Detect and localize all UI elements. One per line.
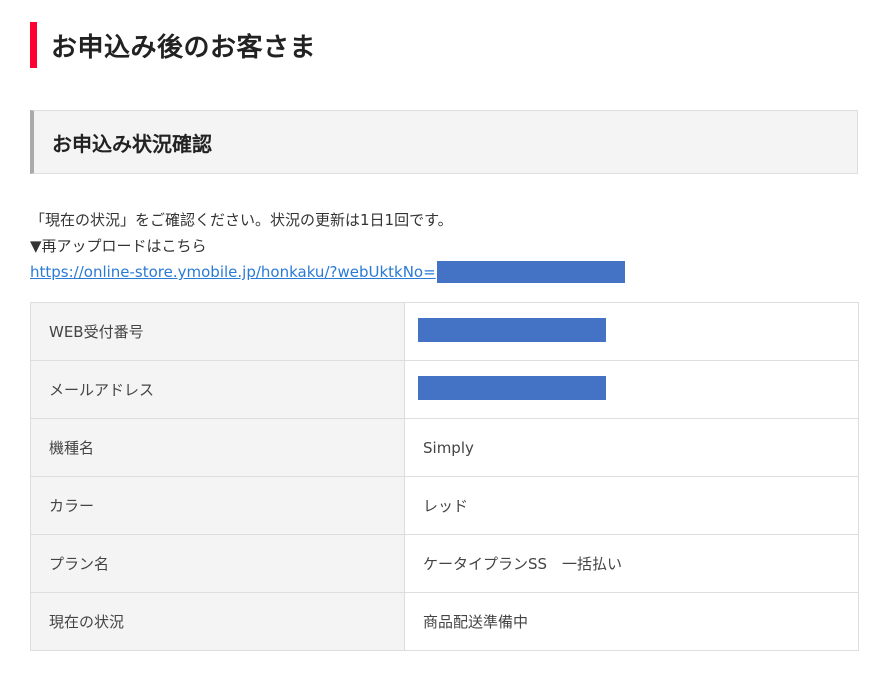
row-value: ケータイプランSS 一括払い bbox=[404, 534, 859, 593]
reupload-label: ▼再アップロードはこちら bbox=[30, 237, 207, 255]
row-label: WEB受付番号 bbox=[30, 302, 405, 361]
row-label: 機種名 bbox=[30, 418, 405, 477]
redacted-block bbox=[418, 375, 606, 400]
section-title: お申込み状況確認 bbox=[52, 131, 212, 156]
table-row: 機種名 Simply bbox=[30, 418, 859, 477]
table-row: メールアドレス bbox=[30, 360, 859, 419]
row-value bbox=[404, 302, 859, 361]
row-label: 現在の状況 bbox=[30, 592, 405, 651]
heading-accent-bar bbox=[30, 22, 37, 68]
page-heading: お申込み後のお客さま bbox=[30, 22, 316, 68]
redacted-block bbox=[436, 261, 625, 283]
row-value bbox=[404, 360, 859, 419]
redacted-block bbox=[418, 317, 606, 342]
table-row: WEB受付番号 bbox=[30, 302, 859, 361]
row-value: Simply bbox=[404, 418, 859, 477]
row-value: 商品配送準備中 bbox=[404, 592, 859, 651]
table-row: プラン名 ケータイプランSS 一括払い bbox=[30, 534, 859, 593]
reupload-link-row: https://online-store.ymobile.jp/honkaku/… bbox=[30, 259, 858, 285]
page-title: お申込み後のお客さま bbox=[51, 32, 317, 63]
row-value: レッド bbox=[404, 476, 859, 535]
row-label: メールアドレス bbox=[30, 360, 405, 419]
section-header: お申込み状況確認 bbox=[30, 110, 858, 174]
row-label: プラン名 bbox=[30, 534, 405, 593]
table-row: 現在の状況 商品配送準備中 bbox=[30, 592, 859, 651]
row-label: カラー bbox=[30, 476, 405, 535]
notice-block: 「現在の状況」をご確認ください。状況の更新は1日1回です。 ▼再アップロードはこ… bbox=[30, 207, 858, 285]
table-row: カラー レッド bbox=[30, 476, 859, 535]
reupload-link[interactable]: https://online-store.ymobile.jp/honkaku/… bbox=[30, 259, 436, 285]
notice-text: 「現在の状況」をご確認ください。状況の更新は1日1回です。 bbox=[30, 211, 453, 229]
order-status-table: WEB受付番号 メールアドレス 機種名 Simply カラー レッド プラン名 … bbox=[30, 302, 859, 651]
